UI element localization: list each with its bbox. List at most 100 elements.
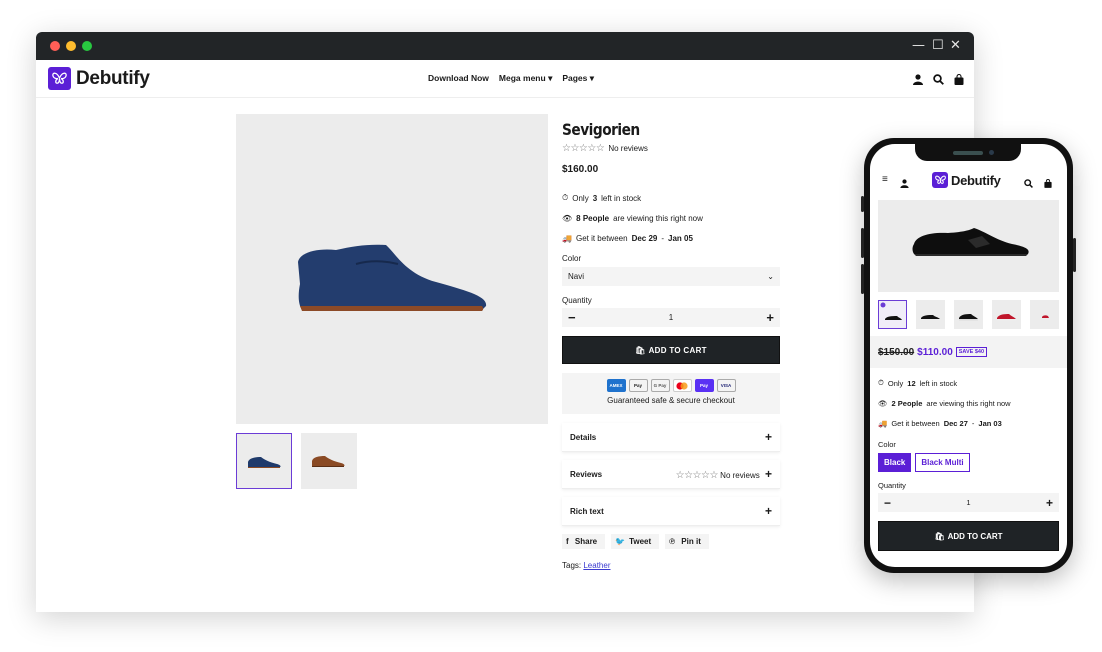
browser-window: — ☐ ✕ Debutify Download Now Mega menu ▾ …	[36, 32, 974, 612]
product-thumbnail[interactable]	[878, 300, 907, 329]
share-facebook-button[interactable]: f Share	[562, 534, 606, 549]
product-thumbnail[interactable]	[1030, 300, 1059, 329]
apple-pay-icon: Pay	[628, 379, 648, 392]
slipper-image	[912, 228, 1029, 256]
rating-row[interactable]: ☆☆☆☆☆ No reviews	[562, 143, 780, 154]
viewing-row: 👁 8 People are viewing this right now	[562, 214, 703, 223]
color-label: Color	[562, 254, 582, 263]
logo-text: Debutify	[76, 67, 150, 89]
product-info: Sevigorien ☆☆☆☆☆ No reviews $160.00 ⏱ On…	[562, 120, 780, 570]
logo[interactable]: Debutify	[932, 172, 1001, 188]
tag-link[interactable]: Leather	[583, 561, 610, 570]
nav-item-mega-menu[interactable]: Mega menu ▾	[499, 73, 552, 84]
account-icon[interactable]	[900, 175, 909, 193]
visa-icon: VISA	[716, 379, 736, 392]
plus-icon: +	[764, 467, 772, 481]
product-thumbnail[interactable]	[301, 433, 357, 489]
search-icon[interactable]	[933, 72, 944, 90]
main-nav: Download Now Mega menu ▾ Pages ▾	[428, 73, 594, 84]
quantity-label: Quantity	[878, 481, 906, 490]
stopwatch-icon: ⏱	[878, 378, 884, 387]
product-main-image[interactable]	[236, 114, 548, 424]
amex-icon: AMEX	[606, 379, 626, 392]
logo[interactable]: Debutify	[48, 67, 150, 90]
mobile-device: ≡ Debutify $150.00 $110.00 SAVE $40 ⏱ On…	[861, 138, 1076, 573]
maximize-icon[interactable]: ☐	[932, 38, 944, 54]
google-pay-icon: G Pay	[650, 379, 670, 392]
delivery-row: 🚚 Get it between Dec 29- Jan 05	[562, 234, 693, 243]
star-rating: ☆☆☆☆☆	[562, 143, 605, 154]
share-twitter-button[interactable]: 🐦 Tweet	[611, 534, 660, 549]
accordion-reviews[interactable]: Reviews ☆☆☆☆☆ No reviews +	[562, 460, 780, 489]
product-thumbnail[interactable]	[916, 300, 945, 329]
accordion-details[interactable]: Details +	[562, 423, 780, 452]
quantity-value[interactable]: 1	[669, 313, 673, 322]
nav-item-pages[interactable]: Pages ▾	[562, 73, 594, 84]
color-swatches: Black Black Multi	[878, 453, 1059, 472]
share-buttons: f Share 🐦 Tweet ℗ Pin it	[562, 534, 780, 549]
add-to-cart-button[interactable]: 🛍 ADD TO CART	[878, 521, 1059, 551]
plus-icon[interactable]: +	[766, 310, 774, 325]
swatch-black-multi[interactable]: Black Multi	[915, 453, 970, 472]
truck-icon: 🚚	[562, 234, 572, 243]
volume-down-button	[861, 264, 864, 294]
eye-icon: 👁	[562, 214, 573, 223]
plus-icon: +	[764, 430, 772, 444]
close-icon[interactable]: ✕	[950, 38, 961, 54]
minimize-icon[interactable]: —	[912, 38, 925, 54]
bag-icon: 🛍	[934, 531, 945, 541]
header-icons	[913, 72, 964, 90]
color-select[interactable]: Navi ⌄	[562, 267, 780, 286]
share-pinterest-button[interactable]: ℗ Pin it	[665, 534, 709, 549]
star-rating: ☆☆☆☆☆	[675, 470, 719, 481]
loafer-image	[298, 244, 487, 311]
eye-icon: 👁	[878, 399, 888, 408]
product-thumbnail[interactable]	[992, 300, 1021, 329]
product-thumbnail[interactable]	[236, 433, 292, 489]
chevron-down-icon: ▾	[589, 73, 595, 83]
save-badge: SAVE $40	[955, 347, 988, 357]
mobile-price-row: $150.00 $110.00 SAVE $40	[870, 336, 1067, 368]
butterfly-icon	[932, 172, 948, 188]
nav-item-download-now[interactable]: Download Now	[428, 73, 489, 84]
minus-icon[interactable]: −	[884, 496, 891, 510]
title-bar: — ☐ ✕	[36, 32, 974, 60]
quantity-stepper[interactable]: − 1 +	[562, 308, 780, 327]
close-dot[interactable]	[50, 41, 60, 51]
quantity-value[interactable]: 1	[966, 498, 970, 507]
cart-icon[interactable]	[1044, 175, 1052, 193]
minimize-dot[interactable]	[66, 41, 76, 51]
secure-checkout-text: Guaranteed safe & secure checkout	[607, 396, 735, 405]
viewing-row: 👁 2 People are viewing this right now	[878, 399, 1011, 408]
chevron-down-icon: ⌄	[767, 272, 774, 281]
product-title: Sevigorien	[562, 120, 640, 139]
accordion-rich-text[interactable]: Rich text +	[562, 497, 780, 526]
add-to-cart-button[interactable]: 🛍 ADD TO CART	[562, 336, 780, 364]
stopwatch-icon: ⏱	[562, 193, 569, 202]
quantity-label: Quantity	[562, 296, 592, 305]
chevron-down-icon: ▾	[548, 73, 553, 83]
mobile-header: ≡ Debutify	[870, 169, 1067, 195]
mobile-thumbnails	[878, 300, 1059, 329]
mastercard-icon	[672, 379, 692, 392]
plus-icon[interactable]: +	[1046, 496, 1053, 510]
cart-icon[interactable]	[954, 72, 964, 90]
payment-badges: AMEX Pay G Pay Pay VISA Guaranteed safe …	[562, 373, 780, 414]
stock-row: ⏱ Only 12 left in stock	[878, 378, 958, 388]
menu-icon[interactable]: ≡	[882, 174, 888, 185]
plus-icon: +	[764, 504, 772, 518]
sale-price: $110.00	[917, 346, 953, 358]
swatch-black[interactable]: Black	[878, 453, 912, 472]
product-thumbnail[interactable]	[954, 300, 983, 329]
maximize-dot[interactable]	[82, 41, 92, 51]
mobile-screen: ≡ Debutify $150.00 $110.00 SAVE $40 ⏱ On…	[870, 144, 1067, 567]
mute-switch	[861, 196, 864, 212]
minus-icon[interactable]: −	[568, 310, 576, 325]
color-label: Color	[878, 440, 896, 449]
account-icon[interactable]	[913, 72, 923, 90]
search-icon[interactable]	[1024, 175, 1033, 193]
logo-text: Debutify	[951, 172, 1001, 188]
quantity-stepper[interactable]: − 1 +	[878, 493, 1059, 512]
mobile-product-info: ⏱ Only 12 left in stock 👁 2 People are view…	[878, 378, 1059, 551]
product-main-image[interactable]	[878, 200, 1059, 292]
